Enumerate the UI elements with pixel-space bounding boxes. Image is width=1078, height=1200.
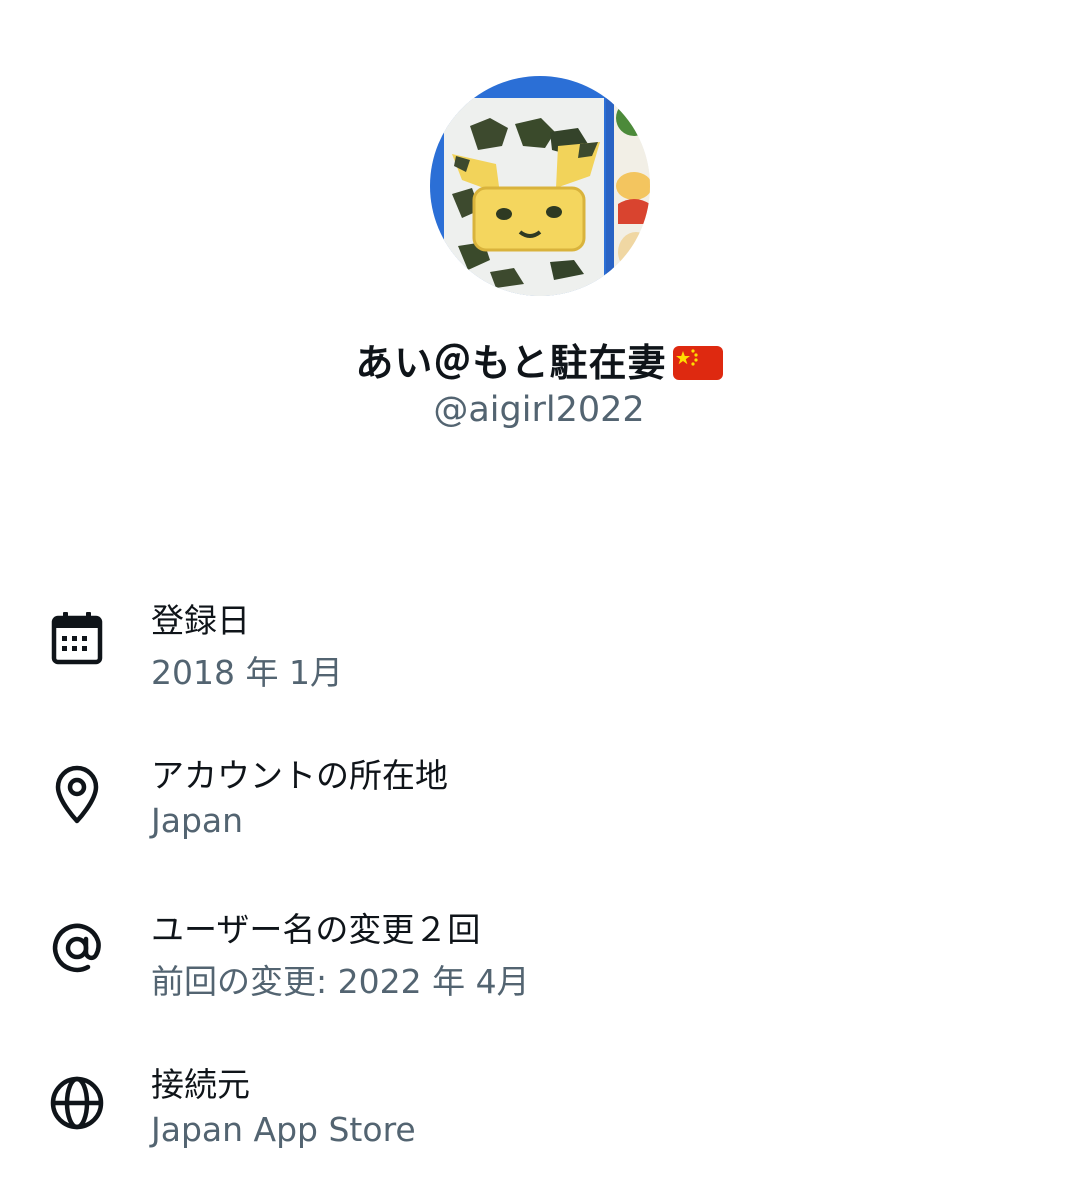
info-value: Japan App Store: [151, 1110, 416, 1149]
display-name: あい＠もと駐在妻: [0, 332, 1078, 387]
info-label: アカウントの所在地: [151, 756, 448, 795]
info-value: 2018 年 1月: [151, 653, 343, 692]
globe-icon: [46, 1072, 108, 1134]
profile-avatar[interactable]: [430, 76, 650, 296]
info-value: 前回の変更: 2022 年 4月: [151, 962, 530, 1001]
avatar-image: [430, 76, 650, 296]
info-label: ユーザー名の変更２回: [151, 910, 481, 949]
info-row-account-location: アカウントの所在地 Japan: [0, 749, 1078, 869]
at-sign-icon: [46, 917, 108, 979]
display-name-text: あい＠もと駐在妻: [355, 341, 667, 385]
info-row-username-changes: ユーザー名の変更２回 前回の変更: 2022 年 4月: [0, 903, 1078, 1023]
info-label: 登録日: [151, 601, 250, 640]
info-row-connected-via: 接続元 Japan App Store: [0, 1058, 1078, 1178]
info-row-join-date: 登録日 2018 年 1月: [0, 594, 1078, 714]
info-value: Japan: [151, 801, 244, 840]
flag-china-icon: [672, 346, 723, 380]
username-handle: @aigirl2022: [433, 390, 645, 430]
calendar-icon: [46, 608, 108, 670]
location-pin-icon: [46, 763, 108, 825]
info-label: 接続元: [151, 1065, 250, 1104]
